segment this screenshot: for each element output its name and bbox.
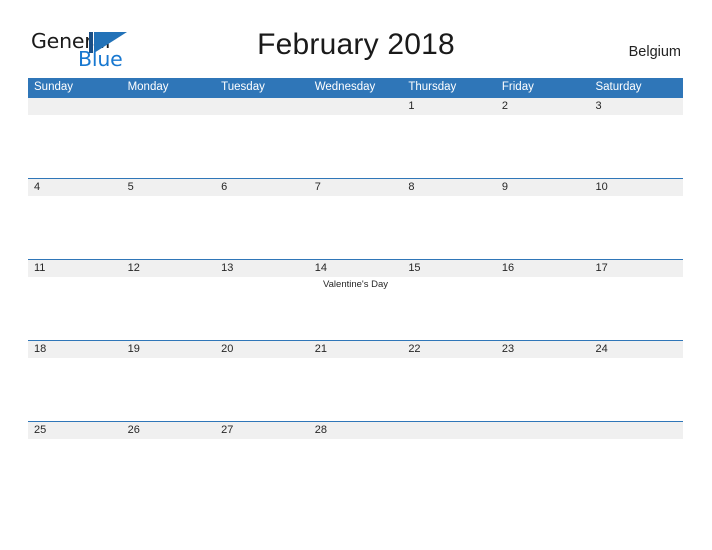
day-cell[interactable] [28,98,122,178]
region-label: Belgium [628,44,681,60]
day-cell[interactable]: 19 [121,341,216,421]
day-cell[interactable] [495,422,590,456]
day-cell[interactable]: 1 [402,98,496,178]
day-cell[interactable]: 7 [308,179,403,259]
day-number-band [121,98,216,115]
weekday-header-row: Sunday Monday Tuesday Wednesday Thursday… [28,78,683,97]
day-cell[interactable]: 16 [495,260,590,340]
day-cell[interactable]: 9 [495,179,590,259]
day-number-band [495,422,590,439]
day-number-band [589,98,684,115]
day-number: 13 [221,262,234,274]
day-cell[interactable]: 13 [215,260,309,340]
day-cell[interactable] [402,422,496,456]
day-cell[interactable]: 3 [589,98,684,178]
day-cell[interactable]: 27 [215,422,309,456]
day-number-band [495,98,590,115]
day-number-band [215,179,309,196]
day-number-band [495,179,590,196]
day-number: 7 [314,181,321,193]
day-number: 10 [595,181,608,193]
day-number-band [28,98,122,115]
day-number: 6 [221,181,228,193]
day-cell[interactable]: 5 [121,179,216,259]
day-number: 9 [501,181,509,193]
weekday-header-saturday: Saturday [595,81,642,93]
day-number-band [215,98,309,115]
day-cell[interactable]: 15 [402,260,496,340]
day-cell[interactable]: 20 [215,341,309,421]
day-cell[interactable]: 11 [28,260,122,340]
day-number: 23 [501,343,515,355]
calendar-page: General Blue February 2018 Belgium Sunda… [0,0,712,550]
weekday-header-tuesday: Tuesday [221,81,265,93]
weekday-header-monday: Monday [127,81,169,93]
page-title: February 2018 [257,28,455,61]
calendar-week-row: 11 12 13 14 Valentine's Day 15 16 17 [28,259,684,340]
day-number: 1 [408,100,415,112]
day-cell[interactable]: 17 [589,260,684,340]
day-cell[interactable]: 12 [121,260,216,340]
day-number-band [308,179,403,196]
day-cell[interactable] [589,422,684,456]
day-number: 15 [408,262,421,274]
weekday-header-sunday: Sunday [34,81,74,93]
day-number: 16 [501,262,515,274]
day-number: 2 [501,100,509,112]
day-number-band [308,98,403,115]
weekday-header-thursday: Thursday [408,81,457,93]
day-number: 11 [34,262,46,274]
day-number: 21 [314,343,327,355]
day-number: 26 [127,424,140,436]
day-number: 8 [408,181,415,193]
day-number: 19 [127,343,140,355]
day-number: 28 [314,424,327,436]
day-cell[interactable]: 25 [28,422,122,456]
day-number: 25 [34,424,47,436]
day-cell[interactable] [121,98,216,178]
day-number: 22 [408,343,421,355]
day-cell[interactable]: 28 [308,422,403,456]
day-number-band [402,98,496,115]
day-cell[interactable]: 23 [495,341,590,421]
calendar-week-row: 4 5 6 7 8 9 10 [28,178,684,259]
calendar-week-row: 18 19 20 21 22 23 24 [28,340,684,421]
day-cell[interactable]: 14 Valentine's Day [308,260,403,340]
weekday-header-wednesday: Wednesday [314,81,376,93]
calendar-grid: Sunday Monday Tuesday Wednesday Thursday… [28,78,684,456]
day-number: 12 [127,262,140,274]
day-number: 5 [127,181,134,193]
weekday-header-friday: Friday [501,81,534,93]
day-number: 24 [595,343,608,355]
day-number: 14 [314,262,327,274]
day-cell[interactable]: 24 [589,341,684,421]
day-cell[interactable]: 18 [28,341,122,421]
day-cell[interactable]: 4 [28,179,122,259]
day-number-band [28,179,122,196]
day-cell[interactable]: 6 [215,179,309,259]
day-number: 4 [34,181,41,193]
day-number-band [402,179,496,196]
day-cell[interactable]: 21 [308,341,403,421]
day-cell[interactable]: 10 [589,179,684,259]
day-cell[interactable] [308,98,403,178]
day-cell[interactable]: 26 [121,422,216,456]
day-number-band [589,422,684,439]
calendar-week-row: 25 26 27 28 [28,421,684,456]
day-cell[interactable] [215,98,309,178]
day-number: 17 [595,262,608,274]
day-cell[interactable]: 2 [495,98,590,178]
day-number-band [402,422,496,439]
day-number: 27 [221,424,234,436]
day-number: 3 [595,100,602,112]
day-number: 20 [221,343,234,355]
day-cell[interactable]: 22 [402,341,496,421]
day-event-label: Valentine's Day [323,279,389,290]
day-number-band [121,179,216,196]
calendar-week-row: 1 2 3 [28,97,684,178]
day-cell[interactable]: 8 [402,179,496,259]
page-header: General Blue February 2018 Belgium [0,0,712,78]
day-number: 18 [34,343,47,355]
